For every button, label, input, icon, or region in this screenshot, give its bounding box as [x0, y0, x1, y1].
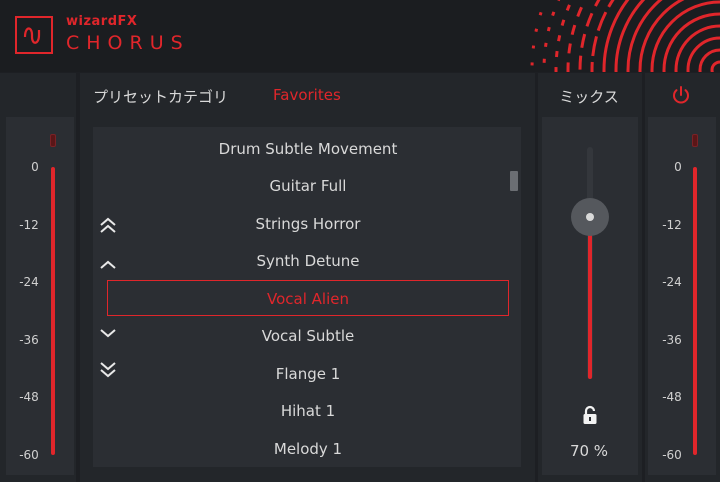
chevron-up-icon[interactable] [98, 255, 118, 275]
preset-item[interactable]: Melody 1 [107, 431, 509, 467]
output-scale-label: -12 [662, 218, 682, 232]
input-scale-label: -12 [19, 218, 39, 232]
preset-item[interactable]: Flange 1 [107, 356, 509, 392]
preset-item[interactable]: Hihat 1 [107, 393, 509, 429]
output-scale-label: -36 [662, 333, 682, 347]
output-scale-label: -24 [662, 275, 682, 289]
preset-item[interactable]: Drum Subtle Movement [107, 131, 509, 167]
mix-slider-dot [586, 213, 594, 221]
power-icon[interactable] [670, 84, 692, 106]
brand-maker: wizardFX [66, 14, 138, 29]
mix-label: ミックス [559, 88, 619, 106]
preset-item[interactable]: Strings Horror [107, 206, 509, 242]
input-scale-label: -60 [19, 448, 39, 462]
input-meter-level [51, 167, 55, 455]
output-meter-level [693, 167, 697, 455]
output-scale-label: -48 [662, 390, 682, 404]
preset-item[interactable]: Vocal Subtle [107, 318, 509, 354]
input-scale-label: -36 [19, 333, 39, 347]
preset-item[interactable]: Guitar Full [107, 168, 509, 204]
input-scale-label: 0 [31, 160, 39, 174]
mix-value: 70 % [569, 442, 609, 460]
preset-category-dropdown[interactable]: Favorites [273, 86, 341, 104]
chorus-logo-icon [15, 16, 53, 54]
output-scale-label: -60 [662, 448, 682, 462]
input-clip-indicator[interactable] [50, 134, 56, 147]
lock-icon[interactable] [581, 405, 599, 425]
brand-product: CHORUS [66, 32, 190, 54]
mix-slider-fill [588, 217, 592, 379]
preset-list-scrollbar[interactable] [510, 171, 518, 191]
header: wizardFX CHORUS [0, 0, 720, 72]
preset-category-label: プリセットカテゴリ [93, 88, 229, 106]
preset-item[interactable]: Synth Detune [107, 243, 509, 279]
output-scale-label: 0 [674, 160, 682, 174]
chevron-down-icon[interactable] [98, 323, 118, 343]
preset-item-selected[interactable]: Vocal Alien [107, 280, 509, 316]
output-clip-indicator[interactable] [692, 134, 698, 147]
input-scale-label: -48 [19, 390, 39, 404]
double-chevron-up-icon[interactable] [98, 215, 118, 235]
double-chevron-down-icon[interactable] [98, 360, 118, 380]
input-scale-label: -24 [19, 275, 39, 289]
